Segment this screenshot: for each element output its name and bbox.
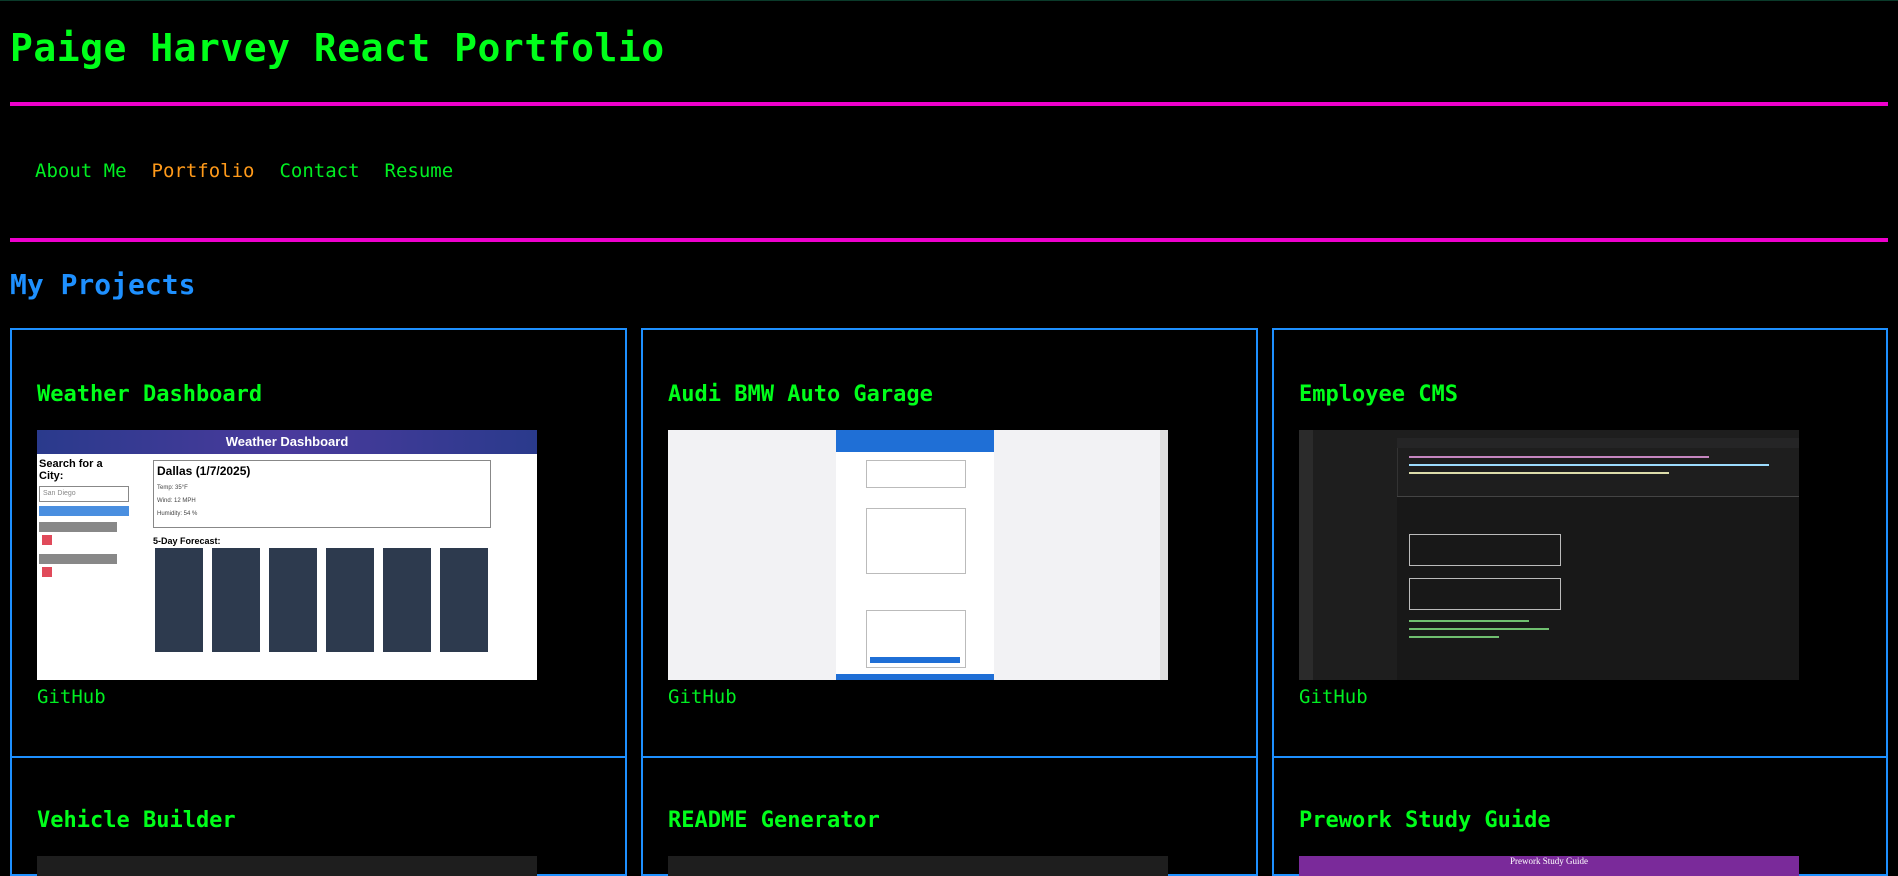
- trash-icon: [42, 567, 52, 577]
- screenshot-explorer: [1313, 438, 1398, 680]
- screenshot-terminal-table: [1409, 578, 1561, 610]
- project-screenshot[interactable]: [37, 856, 537, 876]
- header-divider: [10, 102, 1888, 106]
- screenshot-search-label: Search for a City:: [39, 458, 103, 482]
- screenshot-current-title: Dallas (1/7/2025): [157, 464, 251, 478]
- screenshot-forecast-day: [383, 548, 431, 652]
- project-card-prework-study-guide: Prework Study Guide Prework Study Guide: [1272, 756, 1888, 876]
- nav-portfolio[interactable]: Portfolio: [152, 160, 255, 182]
- project-screenshot[interactable]: Prework Study Guide: [1299, 856, 1799, 876]
- screenshot-forecast-day: [269, 548, 317, 652]
- project-title[interactable]: Employee CMS: [1299, 382, 1458, 407]
- screenshot-forecast-day: [326, 548, 374, 652]
- screenshot-humidity: Humidity: 54 %: [157, 511, 198, 517]
- screenshot-editor-tabs: [1397, 438, 1799, 448]
- project-title[interactable]: Vehicle Builder: [37, 808, 236, 833]
- screenshot-forecast-day: [440, 548, 488, 652]
- top-border: [0, 0, 1898, 1]
- screenshot-box: [866, 460, 966, 488]
- screenshot-code-line: [1409, 620, 1529, 622]
- project-card-weather-dashboard: Weather Dashboard Weather Dashboard Sear…: [10, 328, 627, 760]
- nav-contact[interactable]: Contact: [279, 160, 359, 182]
- github-link[interactable]: GitHub: [1299, 686, 1368, 708]
- project-card-audi-bmw-auto-garage: Audi BMW Auto Garage GitHub: [641, 328, 1258, 760]
- project-title[interactable]: Audi BMW Auto Garage: [668, 382, 933, 407]
- main-nav: About Me Portfolio Contact Resume: [35, 160, 478, 182]
- screenshot-sidebar: Search for a City: San Diego: [39, 458, 129, 580]
- screenshot-header-bar: [836, 430, 994, 452]
- screenshot-footer-bar: [836, 674, 994, 680]
- screenshot-code-line: [1409, 456, 1709, 458]
- screenshot-form: [866, 508, 966, 574]
- project-title[interactable]: Prework Study Guide: [1299, 808, 1551, 833]
- screenshot-header: Weather Dashboard: [37, 430, 537, 454]
- screenshot-code-line: [1409, 636, 1499, 638]
- screenshot-page: [836, 430, 994, 680]
- screenshot-scrollbar: [1160, 430, 1168, 680]
- nav-resume[interactable]: Resume: [385, 160, 454, 182]
- trash-icon: [42, 535, 52, 545]
- screenshot-current-weather: Dallas (1/7/2025) Temp: 35°F Wind: 12 MP…: [153, 460, 491, 528]
- project-card-readme-generator: README Generator: [641, 756, 1258, 876]
- screenshot-search-input: San Diego: [39, 486, 129, 502]
- screenshot-forecast-label: 5-Day Forecast:: [153, 536, 221, 546]
- screenshot-forecast-day: [155, 548, 203, 652]
- screenshot-city-button: [39, 522, 117, 532]
- project-screenshot[interactable]: [1299, 430, 1799, 680]
- screenshot-wind: Wind: 12 MPH: [157, 498, 196, 504]
- nav-about-me[interactable]: About Me: [35, 160, 127, 182]
- screenshot-code-line: [1409, 464, 1769, 466]
- screenshot-submit-button: [870, 657, 960, 663]
- screenshot-activity-bar: [1299, 430, 1313, 680]
- project-card-employee-cms: Employee CMS GitHub: [1272, 328, 1888, 760]
- github-link[interactable]: GitHub: [37, 686, 106, 708]
- site-title: Paige Harvey React Portfolio: [10, 26, 665, 70]
- screenshot-code-line: [1409, 628, 1549, 630]
- screenshot-forecast-days: [155, 548, 488, 652]
- nav-divider: [10, 238, 1888, 242]
- project-screenshot[interactable]: [668, 856, 1168, 876]
- screenshot-code-line: [1409, 472, 1669, 474]
- project-title[interactable]: Weather Dashboard: [37, 382, 262, 407]
- project-screenshot[interactable]: Weather Dashboard Search for a City: San…: [37, 430, 537, 680]
- project-title[interactable]: README Generator: [668, 808, 880, 833]
- screenshot-search-button: [39, 506, 129, 516]
- project-screenshot[interactable]: [668, 430, 1168, 680]
- github-link[interactable]: GitHub: [668, 686, 737, 708]
- project-card-vehicle-builder: Vehicle Builder: [10, 756, 627, 876]
- screenshot-terminal-table: [1409, 534, 1561, 566]
- screenshot-temp: Temp: 35°F: [157, 485, 188, 491]
- screenshot-city-button: [39, 554, 117, 564]
- section-title: My Projects: [10, 268, 196, 301]
- screenshot-forecast-day: [212, 548, 260, 652]
